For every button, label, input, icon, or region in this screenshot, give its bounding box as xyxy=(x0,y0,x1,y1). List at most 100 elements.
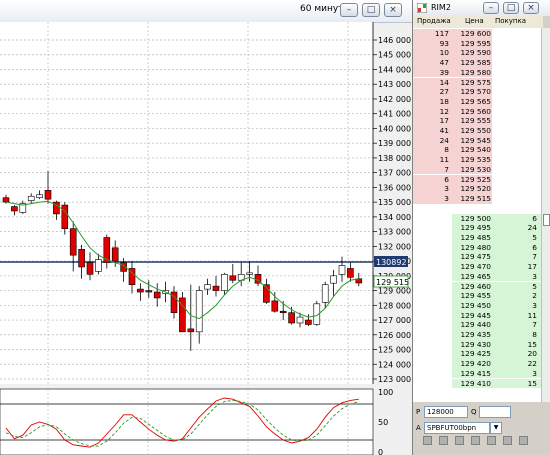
bid-row[interactable]: 129 465 3 xyxy=(413,271,541,282)
close-button[interactable]: × xyxy=(384,3,402,17)
candle-body[interactable] xyxy=(271,300,279,312)
candle-body[interactable] xyxy=(204,284,211,290)
candle-body[interactable] xyxy=(153,291,161,299)
candle-body[interactable] xyxy=(246,272,253,275)
candle-body[interactable] xyxy=(2,197,10,203)
ask-row[interactable]: 7 129 530 xyxy=(413,164,541,175)
ask-row[interactable]: 8 129 540 xyxy=(413,145,541,156)
ask-row[interactable]: 117 129 600 xyxy=(413,29,541,39)
bid-price: 129 460 xyxy=(452,281,492,292)
candle-body[interactable] xyxy=(95,259,102,272)
bid-row[interactable]: 129 445 11 xyxy=(413,310,541,321)
candle-body[interactable] xyxy=(330,275,337,284)
ask-row[interactable]: 6 129 525 xyxy=(413,174,541,185)
bid-row[interactable]: 129 480 6 xyxy=(413,242,541,253)
candle-body[interactable] xyxy=(27,195,35,201)
ask-row[interactable]: 14 129 575 xyxy=(413,77,541,88)
bid-row[interactable]: 129 440 7 xyxy=(413,320,541,330)
maximize-button[interactable]: □ xyxy=(362,3,380,17)
quantity-input[interactable] xyxy=(479,406,511,418)
scrollbar-thumb[interactable] xyxy=(543,214,550,226)
ask-row[interactable]: 27 129 570 xyxy=(413,87,541,97)
bid-row[interactable]: 129 415 3 xyxy=(413,368,541,379)
bid-sell-cell xyxy=(413,272,452,282)
candle-body[interactable] xyxy=(11,206,18,212)
bid-row[interactable]: 129 430 15 xyxy=(413,339,541,350)
candle-body[interactable] xyxy=(212,285,220,291)
bid-row[interactable]: 129 475 7 xyxy=(413,252,541,263)
ask-row[interactable]: 24 129 545 xyxy=(413,135,541,146)
ask-quantity: 3 xyxy=(413,184,452,194)
ask-price: 129 555 xyxy=(452,116,492,126)
bid-row[interactable]: 129 460 5 xyxy=(413,281,541,292)
cancel-orders-icon[interactable] xyxy=(471,436,480,445)
settings-icon[interactable] xyxy=(487,436,496,445)
order-entry-panel: P 128000 Q A SPBFUT00bpn ▼ xyxy=(413,402,550,455)
refresh-icon[interactable] xyxy=(503,436,512,445)
candle-body[interactable] xyxy=(347,268,354,278)
bid-row[interactable]: 129 485 5 xyxy=(413,233,541,243)
candle-body[interactable] xyxy=(61,204,69,229)
candle-body[interactable] xyxy=(69,228,77,256)
buy-order-icon[interactable] xyxy=(423,436,432,445)
bid-sell-cell xyxy=(413,340,452,350)
bid-sell-cell xyxy=(413,359,452,369)
candle-body[interactable] xyxy=(338,265,346,275)
price-column-header[interactable]: Цена xyxy=(465,17,484,25)
candle-body[interactable] xyxy=(296,316,304,324)
candle-body[interactable] xyxy=(78,248,85,268)
bid-row[interactable]: 129 420 22 xyxy=(413,359,541,369)
candle-body[interactable] xyxy=(195,290,203,333)
candle-body[interactable] xyxy=(305,319,312,325)
minimize-button[interactable]: – xyxy=(340,3,358,17)
ask-row[interactable]: 12 129 560 xyxy=(413,106,541,117)
bid-row[interactable]: 129 470 17 xyxy=(413,262,541,272)
ask-row[interactable]: 41 129 550 xyxy=(413,126,541,136)
price-chart[interactable]: 146 000 145 000 144 000 143 000 142 000 141 0… xyxy=(0,22,412,455)
candle-body[interactable] xyxy=(111,247,119,262)
sell-column-header[interactable]: Продажа xyxy=(417,17,451,25)
candle-body[interactable] xyxy=(145,290,153,293)
price-tick-label: 141 000 xyxy=(378,110,411,119)
bid-price: 129 470 xyxy=(452,262,492,272)
account-dropdown-button[interactable]: ▼ xyxy=(490,422,502,434)
bid-row[interactable]: 129 425 20 xyxy=(413,349,541,360)
more-icon[interactable] xyxy=(519,436,528,445)
ask-row[interactable]: 17 129 555 xyxy=(413,116,541,126)
bid-row[interactable]: 129 435 8 xyxy=(413,330,541,340)
ask-row[interactable]: 3 129 520 xyxy=(413,184,541,194)
ask-row[interactable]: 39 129 580 xyxy=(413,67,541,78)
candle-body[interactable] xyxy=(36,194,43,199)
candle-body[interactable] xyxy=(229,275,237,281)
candle-body[interactable] xyxy=(86,262,94,275)
bid-row[interactable]: 129 450 3 xyxy=(413,300,541,311)
bid-row[interactable]: 129 500 6 xyxy=(413,213,541,224)
ask-row[interactable]: 18 129 565 xyxy=(413,96,541,107)
candle-body[interactable] xyxy=(221,274,228,291)
sell-order-icon[interactable] xyxy=(439,436,448,445)
stop-order-icon[interactable] xyxy=(455,436,464,445)
ask-row[interactable]: 47 129 585 xyxy=(413,58,541,68)
buy-column-header[interactable]: Покупка xyxy=(495,17,526,25)
ask-quantity: 27 xyxy=(413,87,452,97)
bid-row[interactable]: 129 455 2 xyxy=(413,291,541,301)
candle-body[interactable] xyxy=(137,288,144,293)
bid-row[interactable]: 129 410 15 xyxy=(413,378,541,389)
bid-row[interactable]: 129 495 24 xyxy=(413,223,541,233)
ask-row[interactable]: 93 129 595 xyxy=(413,38,541,49)
ask-row[interactable]: 3 129 515 xyxy=(413,193,541,204)
candle-body[interactable] xyxy=(288,312,295,324)
candle-body[interactable] xyxy=(321,284,329,303)
order-book-window: RIM2 – □ × Продажа Цена Покупка 117 129 6… xyxy=(412,0,550,455)
candle-body[interactable] xyxy=(279,310,287,313)
price-input[interactable]: 128000 xyxy=(424,406,468,418)
book-minimize-button[interactable]: – xyxy=(483,2,499,14)
candle-body[interactable] xyxy=(187,328,195,333)
book-close-button[interactable]: × xyxy=(523,2,539,14)
book-maximize-button[interactable]: □ xyxy=(503,2,519,14)
account-select[interactable]: SPBFUT00bpn xyxy=(424,422,490,434)
ask-row[interactable]: 10 129 590 xyxy=(413,48,541,59)
candle-body[interactable] xyxy=(44,190,52,200)
order-book-scrollbar[interactable] xyxy=(541,28,550,402)
ask-row[interactable]: 11 129 535 xyxy=(413,155,541,165)
